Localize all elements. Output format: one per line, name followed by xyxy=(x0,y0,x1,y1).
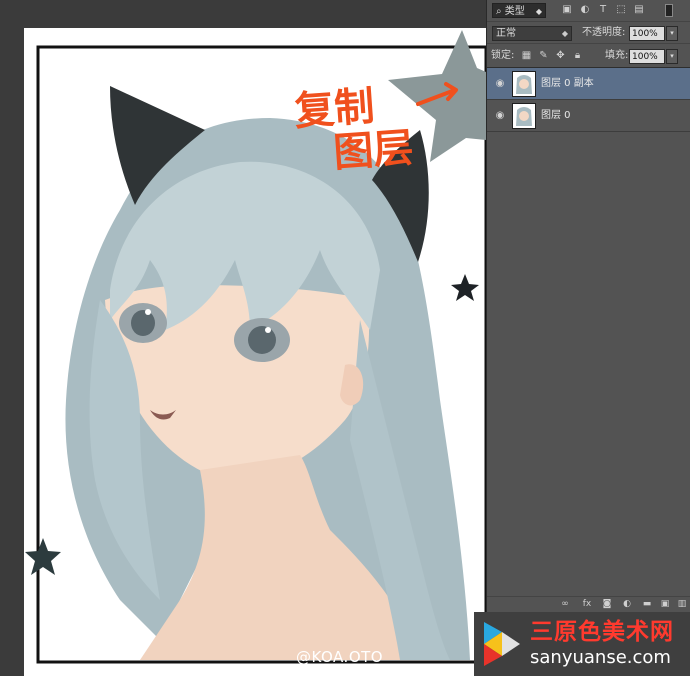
pixel-filter-icon[interactable]: ▣ xyxy=(561,4,573,16)
left-pupil xyxy=(131,310,155,336)
document-canvas[interactable]: 复制 图层 @KOA.OTO xyxy=(0,0,486,676)
layer-row-selected[interactable]: ◉ 图层 0 副本 xyxy=(487,68,690,100)
layer-thumbnail xyxy=(512,103,536,129)
lock-all-icon[interactable]: 🔒︎ xyxy=(572,50,583,61)
adjustment-layer-icon[interactable]: ◐ xyxy=(621,598,633,610)
trash-icon[interactable]: ▥ xyxy=(676,598,688,610)
layer-thumbnail xyxy=(512,71,536,97)
layer-name[interactable]: 图层 0 xyxy=(541,109,571,123)
lock-transparency-icon[interactable]: ▦ xyxy=(521,50,532,61)
layer-name[interactable]: 图层 0 副本 xyxy=(541,77,594,91)
shape-filter-icon[interactable]: ⬚ xyxy=(615,4,627,16)
annotation-text: 复制 图层 xyxy=(293,82,415,178)
lock-image-pixels-icon[interactable]: ✎ xyxy=(538,50,549,61)
layer-style-fx-icon[interactable]: fx xyxy=(581,598,593,610)
smart-object-filter-icon[interactable]: ▤ xyxy=(633,4,645,16)
filter-kind-label: 类型 xyxy=(504,6,525,17)
sanyuanse-logo-icon xyxy=(484,622,520,666)
annotation-line-2: 图层 xyxy=(331,124,415,177)
visibility-eye-icon[interactable]: ◉ xyxy=(493,78,507,90)
thumbnail-art xyxy=(513,104,535,128)
search-icon: ⌕ xyxy=(496,6,502,17)
lock-position-icon[interactable]: ✥ xyxy=(555,50,566,61)
artwork xyxy=(24,28,486,676)
right-eye-highlight xyxy=(265,327,271,333)
layer-row[interactable]: ◉ 图层 0 xyxy=(487,100,690,132)
link-layers-icon[interactable]: ∞ xyxy=(559,598,571,610)
updown-caret-icon: ◆ xyxy=(535,7,542,16)
artist-watermark: @KOA.OTO xyxy=(296,648,384,666)
fill-input[interactable]: 100% xyxy=(629,49,665,64)
new-group-folder-icon[interactable]: ▬ xyxy=(641,598,653,610)
thumbnail-art xyxy=(513,72,535,96)
opacity-label: 不透明度: xyxy=(582,27,626,38)
type-filter-icon[interactable]: T xyxy=(597,4,609,16)
updown-caret-icon: ◆ xyxy=(561,29,568,38)
logo-text-cn: 三原色美术网 xyxy=(530,619,674,645)
adjustment-filter-icon[interactable]: ◐ xyxy=(579,4,591,16)
logo-text-en: sanyuanse.com xyxy=(530,647,671,668)
left-eye-highlight xyxy=(145,309,151,315)
fill-dropdown-button[interactable]: ▾ xyxy=(666,49,678,64)
opacity-input[interactable]: 100% xyxy=(629,26,665,41)
filter-toggle-switch[interactable] xyxy=(665,4,673,17)
lock-fill-bar: 锁定: ▦ ✎ ✥ 🔒︎ 填充: 100% ▾ xyxy=(487,44,690,68)
blend-mode-label: 正常 xyxy=(496,28,516,39)
layers-panel-toolbar: ∞ fx ◙ ◐ ▬ ▣ ▥ xyxy=(487,596,690,611)
add-mask-icon[interactable]: ◙ xyxy=(601,598,613,610)
opacity-dropdown-button[interactable]: ▾ xyxy=(666,26,678,41)
layer-filter-bar: ⌕ 类型 ◆ ▣ ◐ T ⬚ ▤ xyxy=(487,0,690,22)
visibility-eye-icon[interactable]: ◉ xyxy=(493,110,507,122)
blend-mode-select[interactable]: 正常 ◆ xyxy=(492,26,572,41)
filter-kind-select[interactable]: ⌕ 类型 ◆ xyxy=(492,3,546,18)
lock-label: 锁定: xyxy=(491,50,515,61)
right-pupil xyxy=(248,326,276,354)
fill-label: 填充: xyxy=(605,50,629,61)
layers-panel: ⌕ 类型 ◆ ▣ ◐ T ⬚ ▤ 正常 ◆ 不透明度: 100% ▾ 锁定: ▦… xyxy=(486,0,690,676)
blend-opacity-bar: 正常 ◆ 不透明度: 100% ▾ xyxy=(487,22,690,44)
site-logo: 三原色美术网 sanyuanse.com xyxy=(474,612,690,676)
new-layer-icon[interactable]: ▣ xyxy=(659,598,671,610)
